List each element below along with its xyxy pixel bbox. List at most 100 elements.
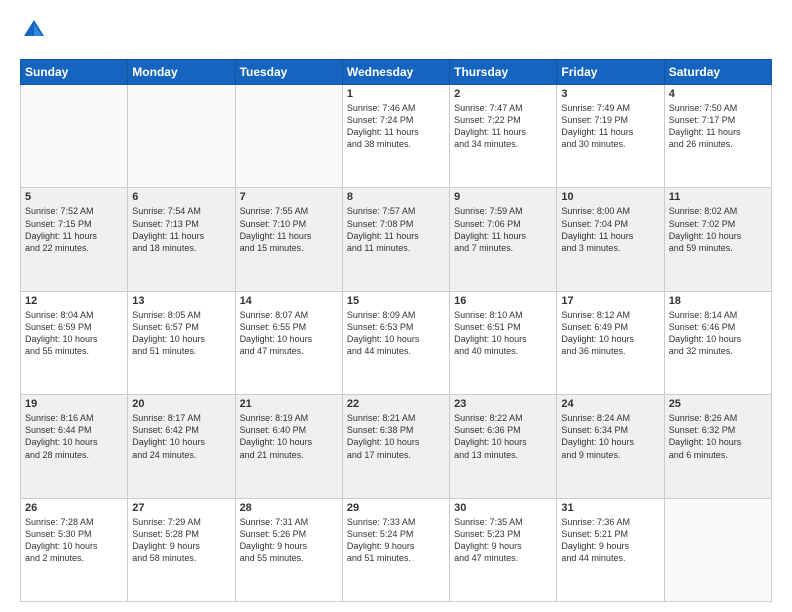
day-number: 24 [561, 398, 659, 410]
calendar-week-row: 26 Sunrise: 7:28 AM Sunset: 5:30 PM Dayli… [21, 498, 772, 601]
day-number: 30 [454, 502, 552, 514]
day-info: Sunrise: 8:21 AM Sunset: 6:38 PM Dayligh… [347, 412, 445, 461]
day-info: Sunrise: 8:00 AM Sunset: 7:04 PM Dayligh… [561, 205, 659, 254]
calendar-cell: 24 Sunrise: 8:24 AM Sunset: 6:34 PM Dayli… [557, 395, 664, 498]
calendar-cell: 7 Sunrise: 7:55 AM Sunset: 7:10 PM Daylig… [235, 188, 342, 291]
day-number: 8 [347, 191, 445, 203]
day-info: Sunrise: 7:57 AM Sunset: 7:08 PM Dayligh… [347, 205, 445, 254]
calendar-day-header: Wednesday [342, 60, 449, 85]
day-number: 7 [240, 191, 338, 203]
day-number: 3 [561, 88, 659, 100]
calendar-cell: 12 Sunrise: 8:04 AM Sunset: 6:59 PM Dayli… [21, 291, 128, 394]
day-info: Sunrise: 7:50 AM Sunset: 7:17 PM Dayligh… [669, 102, 767, 151]
calendar-cell: 4 Sunrise: 7:50 AM Sunset: 7:17 PM Daylig… [664, 85, 771, 188]
calendar-cell: 26 Sunrise: 7:28 AM Sunset: 5:30 PM Dayli… [21, 498, 128, 601]
day-number: 19 [25, 398, 123, 410]
day-number: 10 [561, 191, 659, 203]
calendar-cell: 20 Sunrise: 8:17 AM Sunset: 6:42 PM Dayli… [128, 395, 235, 498]
day-number: 31 [561, 502, 659, 514]
calendar-cell: 1 Sunrise: 7:46 AM Sunset: 7:24 PM Daylig… [342, 85, 449, 188]
day-info: Sunrise: 8:10 AM Sunset: 6:51 PM Dayligh… [454, 309, 552, 358]
day-info: Sunrise: 7:28 AM Sunset: 5:30 PM Dayligh… [25, 516, 123, 565]
logo-icon [20, 16, 48, 44]
day-info: Sunrise: 7:29 AM Sunset: 5:28 PM Dayligh… [132, 516, 230, 565]
calendar-day-header: Saturday [664, 60, 771, 85]
calendar-week-row: 1 Sunrise: 7:46 AM Sunset: 7:24 PM Daylig… [21, 85, 772, 188]
calendar-cell: 25 Sunrise: 8:26 AM Sunset: 6:32 PM Dayli… [664, 395, 771, 498]
calendar-cell: 22 Sunrise: 8:21 AM Sunset: 6:38 PM Dayli… [342, 395, 449, 498]
calendar-cell: 9Sunrise: 7:59 AM Sunset: 7:06 PM Daylig… [450, 188, 557, 291]
calendar-cell: 16 Sunrise: 8:10 AM Sunset: 6:51 PM Dayli… [450, 291, 557, 394]
calendar-cell: 2Sunrise: 7:47 AM Sunset: 7:22 PM Daylig… [450, 85, 557, 188]
day-number: 9 [454, 191, 552, 203]
calendar-week-row: 5 Sunrise: 7:52 AM Sunset: 7:15 PM Daylig… [21, 188, 772, 291]
day-number: 27 [132, 502, 230, 514]
day-info: Sunrise: 7:46 AM Sunset: 7:24 PM Dayligh… [347, 102, 445, 151]
day-info: Sunrise: 8:16 AM Sunset: 6:44 PM Dayligh… [25, 412, 123, 461]
day-number: 17 [561, 295, 659, 307]
calendar-cell: 27 Sunrise: 7:29 AM Sunset: 5:28 PM Dayli… [128, 498, 235, 601]
calendar-table: SundayMondayTuesdayWednesdayThursdayFrid… [20, 59, 772, 602]
day-info: Sunrise: 8:14 AM Sunset: 6:46 PM Dayligh… [669, 309, 767, 358]
calendar-cell: 5 Sunrise: 7:52 AM Sunset: 7:15 PM Daylig… [21, 188, 128, 291]
calendar-cell: 31 Sunrise: 7:36 AM Sunset: 5:21 PM Dayli… [557, 498, 664, 601]
calendar-week-row: 19 Sunrise: 8:16 AM Sunset: 6:44 PM Dayli… [21, 395, 772, 498]
calendar-cell [128, 85, 235, 188]
day-info: Sunrise: 8:09 AM Sunset: 6:53 PM Dayligh… [347, 309, 445, 358]
day-info: Sunrise: 8:02 AM Sunset: 7:02 PM Dayligh… [669, 205, 767, 254]
calendar-cell: 10 Sunrise: 8:00 AM Sunset: 7:04 PM Dayli… [557, 188, 664, 291]
day-info: Sunrise: 7:49 AM Sunset: 7:19 PM Dayligh… [561, 102, 659, 151]
calendar-cell [664, 498, 771, 601]
day-info: Sunrise: 7:52 AM Sunset: 7:15 PM Dayligh… [25, 205, 123, 254]
day-info: Sunrise: 7:31 AM Sunset: 5:26 PM Dayligh… [240, 516, 338, 565]
day-number: 20 [132, 398, 230, 410]
day-number: 16 [454, 295, 552, 307]
day-info: Sunrise: 8:19 AM Sunset: 6:40 PM Dayligh… [240, 412, 338, 461]
day-number: 13 [132, 295, 230, 307]
day-info: Sunrise: 8:26 AM Sunset: 6:32 PM Dayligh… [669, 412, 767, 461]
day-number: 22 [347, 398, 445, 410]
day-number: 29 [347, 502, 445, 514]
day-number: 1 [347, 88, 445, 100]
calendar-cell: 6 Sunrise: 7:54 AM Sunset: 7:13 PM Daylig… [128, 188, 235, 291]
day-info: Sunrise: 7:54 AM Sunset: 7:13 PM Dayligh… [132, 205, 230, 254]
calendar-cell: 28Sunrise: 7:31 AM Sunset: 5:26 PM Dayli… [235, 498, 342, 601]
day-info: Sunrise: 8:24 AM Sunset: 6:34 PM Dayligh… [561, 412, 659, 461]
calendar-cell: 3 Sunrise: 7:49 AM Sunset: 7:19 PM Daylig… [557, 85, 664, 188]
day-number: 25 [669, 398, 767, 410]
calendar-cell: 14 Sunrise: 8:07 AM Sunset: 6:55 PM Dayli… [235, 291, 342, 394]
calendar-cell [235, 85, 342, 188]
day-info: Sunrise: 8:17 AM Sunset: 6:42 PM Dayligh… [132, 412, 230, 461]
calendar-day-header: Thursday [450, 60, 557, 85]
day-number: 18 [669, 295, 767, 307]
calendar-cell: 29 Sunrise: 7:33 AM Sunset: 5:24 PM Dayli… [342, 498, 449, 601]
day-info: Sunrise: 7:55 AM Sunset: 7:10 PM Dayligh… [240, 205, 338, 254]
day-info: Sunrise: 8:04 AM Sunset: 6:59 PM Dayligh… [25, 309, 123, 358]
calendar-cell: 23 Sunrise: 8:22 AM Sunset: 6:36 PM Dayli… [450, 395, 557, 498]
day-number: 6 [132, 191, 230, 203]
day-info: Sunrise: 7:36 AM Sunset: 5:21 PM Dayligh… [561, 516, 659, 565]
day-number: 11 [669, 191, 767, 203]
day-number: 14 [240, 295, 338, 307]
calendar-day-header: Friday [557, 60, 664, 85]
calendar-cell: 8 Sunrise: 7:57 AM Sunset: 7:08 PM Daylig… [342, 188, 449, 291]
calendar-cell: 13Sunrise: 8:05 AM Sunset: 6:57 PM Dayli… [128, 291, 235, 394]
calendar-cell: 17 Sunrise: 8:12 AM Sunset: 6:49 PM Dayli… [557, 291, 664, 394]
calendar-day-header: Tuesday [235, 60, 342, 85]
day-number: 4 [669, 88, 767, 100]
calendar-cell [21, 85, 128, 188]
day-info: Sunrise: 8:07 AM Sunset: 6:55 PM Dayligh… [240, 309, 338, 358]
day-number: 12 [25, 295, 123, 307]
page: SundayMondayTuesdayWednesdayThursdayFrid… [0, 0, 792, 612]
calendar-cell: 15 Sunrise: 8:09 AM Sunset: 6:53 PM Dayli… [342, 291, 449, 394]
day-info: Sunrise: 8:12 AM Sunset: 6:49 PM Dayligh… [561, 309, 659, 358]
day-info: Sunrise: 8:22 AM Sunset: 6:36 PM Dayligh… [454, 412, 552, 461]
day-number: 26 [25, 502, 123, 514]
day-number: 23 [454, 398, 552, 410]
header [20, 16, 772, 49]
day-number: 15 [347, 295, 445, 307]
day-number: 5 [25, 191, 123, 203]
day-info: Sunrise: 7:33 AM Sunset: 5:24 PM Dayligh… [347, 516, 445, 565]
calendar-cell: 30Sunrise: 7:35 AM Sunset: 5:23 PM Dayli… [450, 498, 557, 601]
calendar-week-row: 12 Sunrise: 8:04 AM Sunset: 6:59 PM Dayli… [21, 291, 772, 394]
